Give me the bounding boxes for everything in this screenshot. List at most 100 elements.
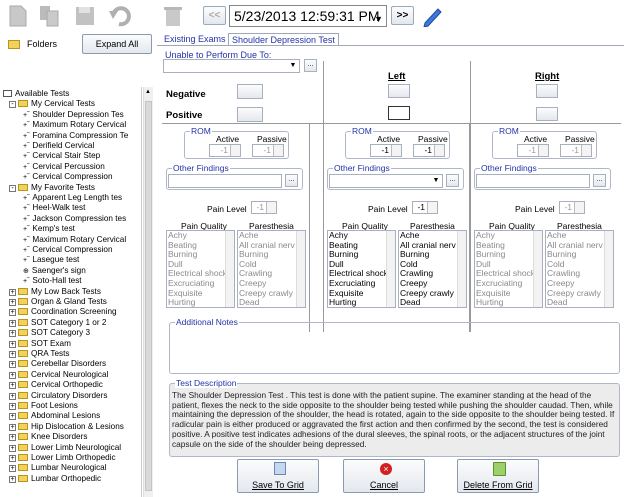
- list-option[interactable]: Dull: [168, 260, 226, 270]
- tree-item[interactable]: +‾ Maximum Rotary Cervical: [23, 235, 126, 245]
- tree-item[interactable]: +‾ Jackson Compression tes: [23, 214, 126, 224]
- tree-folder[interactable]: + Coordination Screening: [9, 307, 117, 317]
- cancel-button[interactable]: × Cancel: [343, 459, 425, 493]
- list-option[interactable]: Hurting: [476, 298, 534, 307]
- tree-item[interactable]: +‾ Cervical Percussion: [23, 162, 105, 172]
- list-option[interactable]: Burning: [239, 250, 297, 260]
- list-option[interactable]: Burning: [476, 250, 534, 260]
- rom-passive-spinner[interactable]: -1: [560, 144, 592, 157]
- list-option[interactable]: Burning: [400, 250, 458, 260]
- list-option[interactable]: Excruciating: [168, 279, 226, 289]
- list-option[interactable]: All cranial nerv: [239, 241, 297, 251]
- tree-folder[interactable]: + Lumbar Orthopedic: [9, 474, 101, 484]
- list-option[interactable]: Crawling: [400, 269, 458, 279]
- tree-folder[interactable]: + Lower Limb Orthopedic: [9, 453, 116, 463]
- tree-item[interactable]: +‾ Soto-Hall test: [23, 276, 82, 286]
- tree-folder[interactable]: + Abdominal Lesions: [9, 411, 100, 421]
- previous-button[interactable]: <<: [203, 6, 226, 25]
- list-option[interactable]: All cranial nerv: [547, 241, 605, 251]
- list-option[interactable]: Hurting: [168, 298, 226, 307]
- tree-item[interactable]: +‾ Derifield Cervical: [23, 141, 94, 151]
- list-option[interactable]: Electrical shock: [329, 269, 387, 279]
- next-button[interactable]: >>: [391, 6, 414, 25]
- scrollbar-thumb[interactable]: [145, 101, 152, 491]
- expand-toggle-icon[interactable]: -: [9, 101, 16, 109]
- rom-active-spinner[interactable]: -1: [209, 144, 241, 157]
- expand-toggle-icon[interactable]: +: [9, 413, 16, 421]
- expand-toggle-icon[interactable]: +: [9, 475, 16, 483]
- expand-toggle-icon[interactable]: +: [9, 361, 16, 369]
- rom-active-spinner[interactable]: -1: [370, 144, 402, 157]
- tree-folder[interactable]: - My Cervical Tests: [9, 99, 95, 109]
- expand-toggle-icon[interactable]: +: [9, 319, 16, 327]
- tree-item[interactable]: +‾ Heel-Walk test: [23, 203, 85, 213]
- list-scrollbar[interactable]: [533, 231, 542, 307]
- tree-folder[interactable]: + Cerebellar Disorders: [9, 359, 106, 369]
- positive-button[interactable]: [237, 107, 263, 122]
- list-option[interactable]: Cold: [400, 260, 458, 270]
- other-findings-more-button[interactable]: ...: [285, 174, 298, 187]
- tree-folder[interactable]: + Organ & Gland Tests: [9, 297, 107, 307]
- additional-notes-group[interactable]: Additional Notes: [169, 317, 620, 374]
- rom-passive-spinner[interactable]: -1: [413, 144, 445, 157]
- tab-existing-exams[interactable]: Existing Exams: [161, 33, 229, 45]
- positive-left-button[interactable]: [388, 106, 410, 120]
- list-option[interactable]: Electrical shock: [476, 269, 534, 279]
- tree-folder[interactable]: + SOT Category 1 or 2: [9, 318, 106, 328]
- paresthesia-list[interactable]: Ache All cranial nerv Burning Cold Crawling C…: [398, 230, 467, 308]
- list-option[interactable]: Achy: [329, 231, 387, 241]
- list-scrollbar[interactable]: [296, 231, 305, 307]
- chevron-down-icon[interactable]: ▼: [374, 11, 383, 27]
- test-tree[interactable]: Available Tests - My Cervical Tests +‾ Shoul…: [3, 87, 142, 497]
- expand-toggle-icon[interactable]: +: [9, 330, 16, 338]
- other-findings-combo[interactable]: [476, 174, 590, 188]
- list-option[interactable]: Burning: [329, 250, 387, 260]
- paresthesia-list[interactable]: Ache All cranial nerv Burning Cold Crawling C…: [545, 230, 614, 308]
- list-option[interactable]: Creepy: [400, 279, 458, 289]
- negative-right-button[interactable]: [536, 84, 558, 98]
- tree-item[interactable]: +‾ Foramina Compression Te: [23, 131, 128, 141]
- list-option[interactable]: Electrical shock: [168, 269, 226, 279]
- tree-folder[interactable]: + Lower Limb Neurological: [9, 443, 121, 453]
- pain-quality-list[interactable]: Achy Beating Burning Dull Electrical shock Ex…: [166, 230, 235, 308]
- save-to-grid-button[interactable]: Save To Grid: [237, 459, 319, 493]
- list-option[interactable]: Excruciating: [329, 279, 387, 289]
- list-option[interactable]: Excruciating: [476, 279, 534, 289]
- list-option[interactable]: Ache: [400, 231, 458, 241]
- tree-folder[interactable]: + Cervical Neurological: [9, 370, 108, 380]
- positive-right-button[interactable]: [536, 107, 558, 121]
- tree-scrollbar[interactable]: ▲: [143, 87, 153, 497]
- list-option[interactable]: Dead: [400, 298, 458, 307]
- tree-folder[interactable]: + Lumbar Neurological: [9, 463, 107, 473]
- tree-folder[interactable]: + Hip Dislocation & Lesions: [9, 422, 124, 432]
- expand-toggle-icon[interactable]: +: [9, 351, 16, 358]
- list-option[interactable]: Achy: [476, 231, 534, 241]
- tree-folder[interactable]: - My Favorite Tests: [9, 183, 95, 193]
- tree-folder[interactable]: + My Low Back Tests: [9, 287, 101, 297]
- tree-folder[interactable]: + Knee Disorders: [9, 432, 87, 442]
- new-document-icon[interactable]: [8, 5, 28, 27]
- pain-level-spinner[interactable]: -1: [412, 201, 438, 214]
- list-option[interactable]: Dead: [547, 298, 605, 307]
- tree-folder[interactable]: + Circulatory Disorders: [9, 391, 107, 401]
- expand-toggle-icon[interactable]: +: [9, 465, 16, 473]
- pain-quality-list[interactable]: Achy Beating Burning Dull Electrical shock Ex…: [327, 230, 396, 308]
- list-option[interactable]: Creepy: [239, 279, 297, 289]
- rom-active-spinner[interactable]: -1: [517, 144, 549, 157]
- datetime-picker[interactable]: 5/23/2013 12:59:31 PM ▼: [229, 5, 387, 27]
- list-option[interactable]: Beating: [329, 241, 387, 251]
- list-option[interactable]: Beating: [476, 241, 534, 251]
- list-option[interactable]: Cold: [239, 260, 297, 270]
- chevron-down-icon[interactable]: ▼: [431, 176, 441, 186]
- tree-folder[interactable]: + SOT Exam: [9, 339, 71, 349]
- list-option[interactable]: Exquisite: [168, 289, 226, 299]
- list-option[interactable]: Dull: [476, 260, 534, 270]
- negative-left-button[interactable]: [388, 84, 410, 98]
- list-option[interactable]: Exquisite: [476, 289, 534, 299]
- list-scrollbar[interactable]: [386, 231, 395, 307]
- expand-toggle-icon[interactable]: -: [9, 184, 16, 192]
- list-scrollbar[interactable]: [604, 231, 613, 307]
- chevron-down-icon[interactable]: ▼: [288, 61, 298, 71]
- list-option[interactable]: All cranial nerv: [400, 241, 458, 251]
- list-scrollbar[interactable]: [225, 231, 234, 307]
